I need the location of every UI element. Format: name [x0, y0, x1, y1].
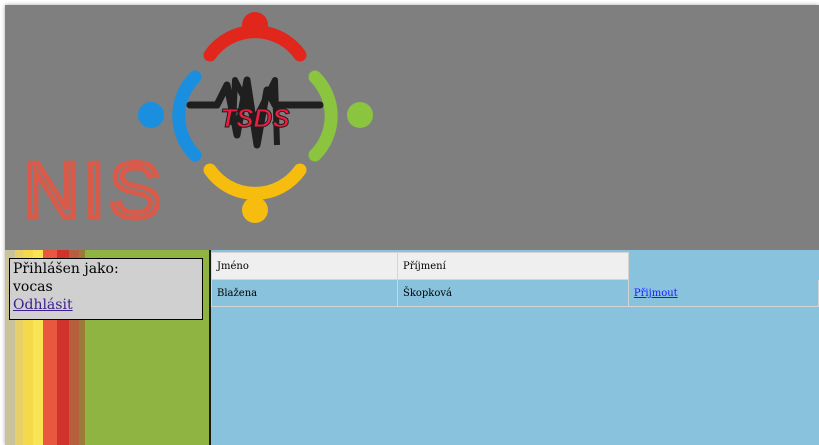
logged-in-label: Přihlášen jako: [13, 261, 119, 277]
accept-link[interactable]: Přijmout [634, 288, 678, 299]
nis-logo-text: NIS [21, 144, 165, 237]
main-content: Jméno Příjmení Blažena Škopková Přijmout [211, 250, 819, 445]
column-header-action [627, 252, 819, 280]
yellow-person-head [242, 197, 268, 223]
table-header-row: Jméno Příjmení [211, 252, 819, 280]
green-person-head [347, 102, 373, 128]
applicants-table: Jméno Příjmení Blažena Škopková Přijmout [211, 252, 819, 307]
logout-link[interactable]: Odhlásit [13, 297, 73, 313]
svg-text:NIS: NIS [23, 146, 165, 234]
cell-first-name: Blažena [211, 279, 398, 307]
column-header-first-name: Jméno [211, 252, 398, 280]
cell-action: Přijmout [627, 279, 819, 307]
table-row: Blažena Škopková Přijmout [211, 279, 819, 307]
tsds-logo-text: TSDS [220, 103, 290, 133]
username: vocas [13, 279, 53, 295]
app-window: NIS TSDS Přihlášen jako: vocas Odhlásit [5, 5, 819, 445]
login-info-box: Přihlášen jako: vocas Odhlásit [9, 258, 203, 320]
blue-person-head [138, 102, 164, 128]
sidebar: Přihlášen jako: vocas Odhlásit [5, 250, 209, 445]
column-header-last-name: Příjmení [396, 252, 629, 280]
tsds-logo: NIS TSDS [21, 12, 373, 237]
cell-last-name: Škopková [396, 279, 629, 307]
header-banner: NIS TSDS [5, 5, 819, 250]
